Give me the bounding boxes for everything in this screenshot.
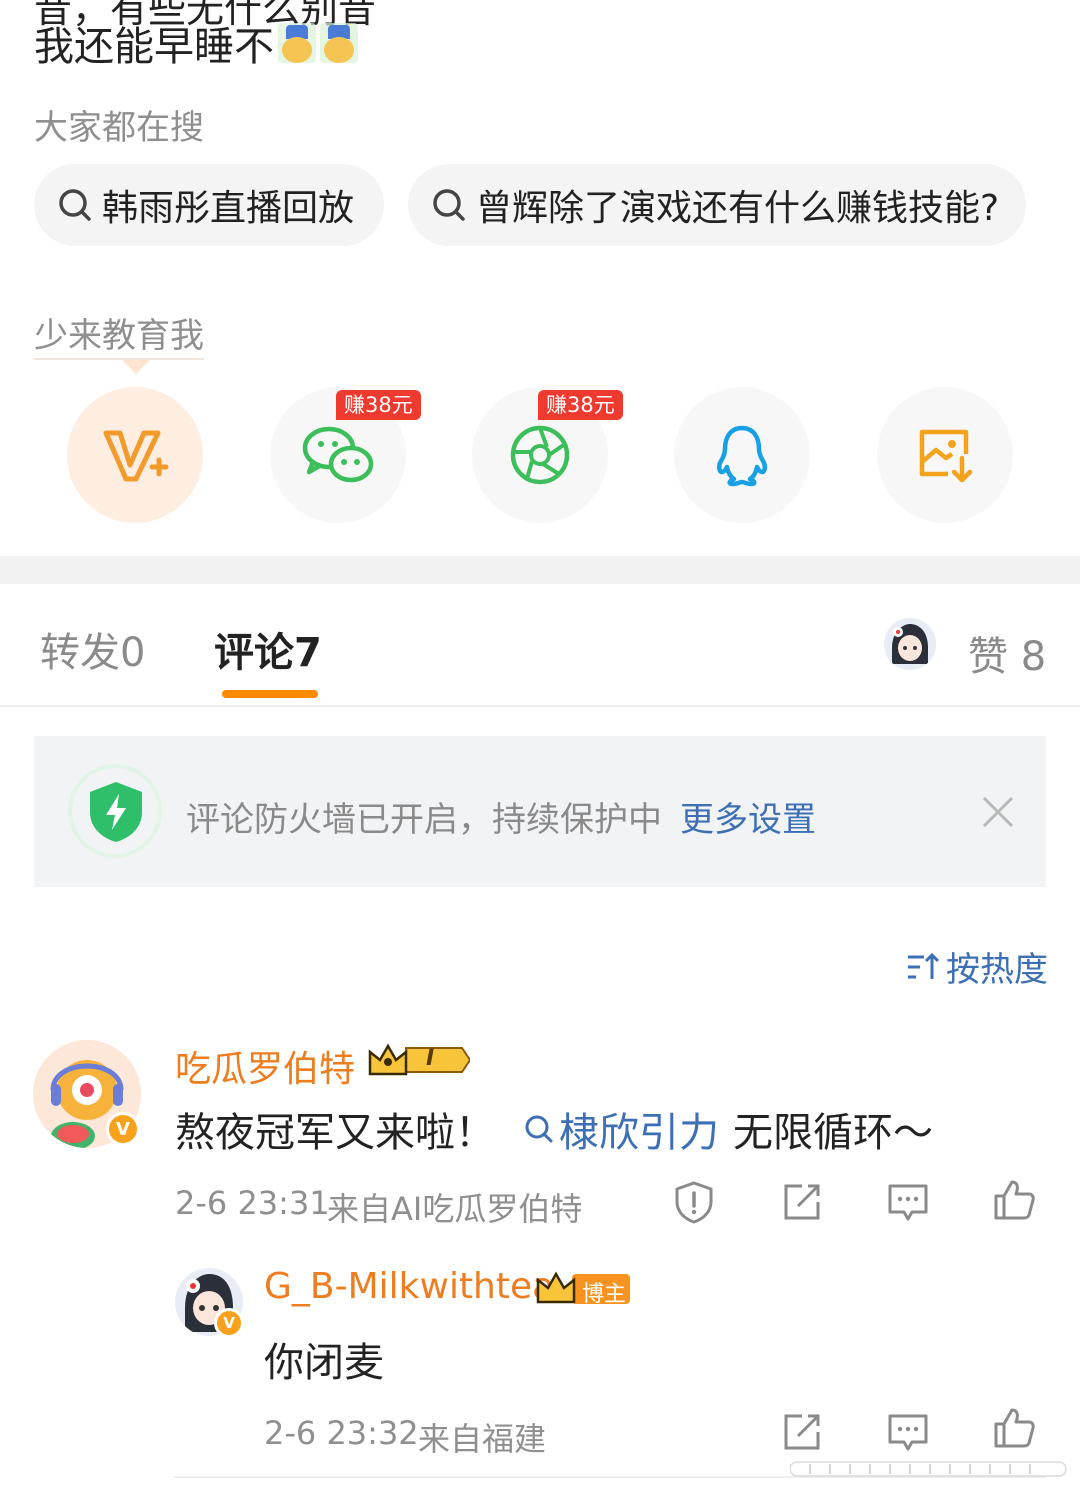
- tab-comment-count: 7: [294, 630, 322, 676]
- comment-source: 来自AI吃瓜罗伯特: [327, 1190, 583, 1228]
- crown-icon: [368, 1043, 470, 1076]
- close-icon[interactable]: [980, 794, 1016, 830]
- share-save-image-button[interactable]: [877, 387, 1013, 523]
- hot-search-item[interactable]: 韩雨彤直播回放: [34, 164, 384, 246]
- emoji-icon: [278, 23, 316, 63]
- post-text: 我还能早睡不: [34, 14, 358, 72]
- reply-username[interactable]: G_B-Milkwithtea: [264, 1266, 554, 1307]
- sort-by-hot-button[interactable]: 按热度: [906, 942, 1048, 991]
- hot-search-text: 韩雨彤直播回放: [102, 188, 355, 229]
- tab-like[interactable]: 赞 8: [968, 624, 1046, 682]
- topic-text: 棣欣引力: [559, 1110, 719, 1156]
- hot-search-item[interactable]: 曾辉除了演戏还有什么赚钱技能?: [408, 164, 1026, 246]
- tab-like-count: 8: [1020, 634, 1047, 680]
- report-icon[interactable]: [672, 1180, 716, 1224]
- shield-icon: [90, 782, 142, 842]
- like-icon[interactable]: [992, 1406, 1036, 1450]
- qq-icon: [716, 425, 768, 487]
- topic-link[interactable]: 棣欣引力: [523, 1100, 719, 1158]
- share-icon[interactable]: [780, 1180, 824, 1224]
- share-qq-button[interactable]: [674, 387, 810, 523]
- liker-avatar[interactable]: [884, 618, 936, 670]
- firewall-text: 评论防火墙已开启，持续保护中: [186, 800, 662, 840]
- share-vplus-button[interactable]: [67, 387, 203, 523]
- sort-label: 按热度: [946, 950, 1048, 990]
- firewall-more-settings-link[interactable]: 更多设置: [680, 792, 816, 841]
- vplus-icon: [103, 430, 169, 482]
- fan-level-badge: [366, 1040, 470, 1080]
- tab-active-indicator: [222, 690, 318, 698]
- tab-comment-label: 评论: [214, 630, 294, 676]
- comment-time: 2-6 23:31: [175, 1184, 330, 1222]
- like-icon[interactable]: [992, 1178, 1036, 1222]
- earn-badge: 赚38元: [336, 390, 421, 420]
- section-divider: [0, 556, 1080, 584]
- share-label: 少来教育我: [34, 316, 204, 356]
- blogger-badge-text: 博主: [582, 1282, 627, 1307]
- comment-text: 熬夜冠军又来啦！ 棣欣引力 无限循环～: [175, 1100, 933, 1158]
- moments-icon: [510, 425, 570, 485]
- fan-level-text: I: [426, 1046, 435, 1071]
- reply-source: 来自福建: [418, 1420, 547, 1458]
- tab-comment[interactable]: 评论7: [214, 620, 322, 678]
- hot-search-label: 大家都在搜: [34, 108, 204, 148]
- wechat-icon: [302, 426, 374, 483]
- tab-like-label: 赞: [968, 634, 1008, 680]
- emoji-icon: [320, 23, 358, 63]
- comment-username[interactable]: 吃瓜罗伯特: [175, 1040, 355, 1092]
- tab-repost[interactable]: 转发0: [40, 620, 145, 678]
- share-label-underline: [34, 358, 204, 360]
- search-icon: [525, 1115, 553, 1143]
- comment-icon[interactable]: [886, 1410, 930, 1454]
- comment-firewall-banner: 评论防火墙已开启，持续保护中 更多设置: [34, 736, 1046, 887]
- tab-repost-count: 0: [120, 630, 146, 676]
- comment-icon[interactable]: [886, 1180, 930, 1224]
- save-image-icon: [919, 429, 973, 483]
- share-icon[interactable]: [780, 1410, 824, 1454]
- tab-repost-label: 转发: [40, 630, 120, 676]
- post-text-content: 我还能早睡不: [34, 24, 274, 70]
- scroll-thumb-icon[interactable]: [790, 1458, 1070, 1480]
- verified-badge-icon: V: [214, 1308, 244, 1338]
- earn-badge: 赚38元: [538, 390, 623, 420]
- comment-text-part: 熬夜冠军又来啦！: [175, 1110, 495, 1156]
- sort-icon: [908, 952, 940, 979]
- reply-time: 2-6 23:32: [264, 1414, 419, 1452]
- search-icon: [59, 189, 91, 221]
- tabs-divider: [0, 705, 1080, 707]
- comment-text-part: 无限循环～: [733, 1110, 933, 1156]
- hot-search-text: 曾辉除了演戏还有什么赚钱技能?: [476, 188, 1000, 229]
- search-icon: [433, 189, 465, 221]
- reply-text: 你闭麦: [264, 1340, 384, 1386]
- verified-badge-icon: V: [106, 1112, 140, 1146]
- share-pointer: [122, 360, 150, 374]
